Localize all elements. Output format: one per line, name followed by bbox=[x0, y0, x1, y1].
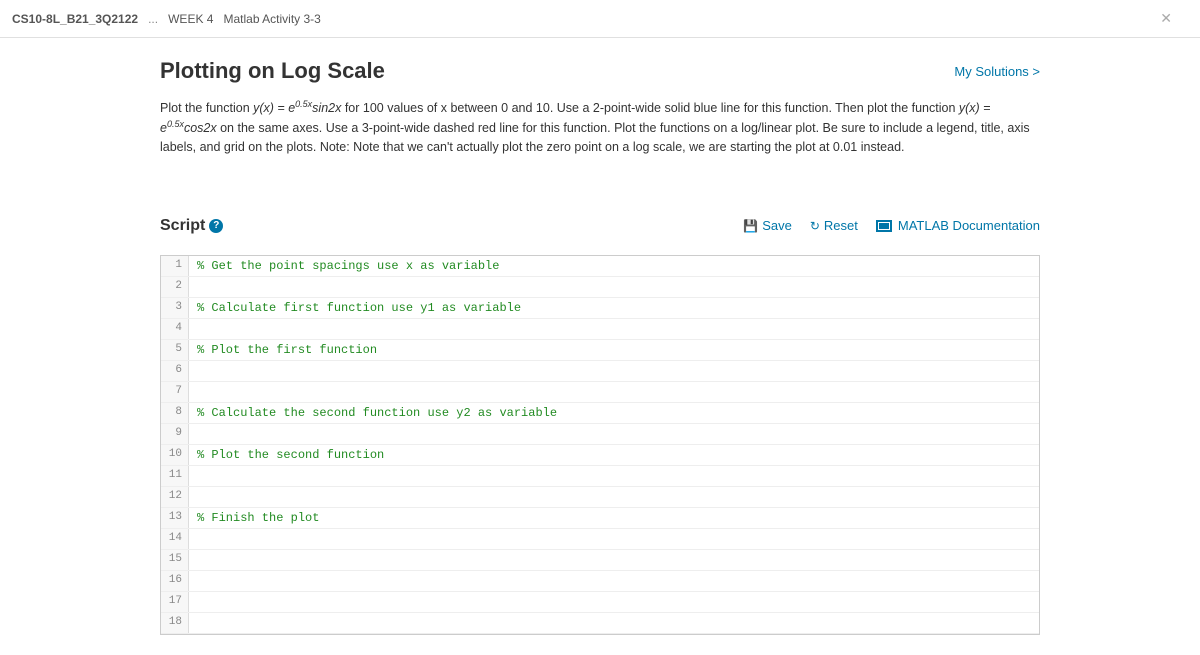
breadcrumb: CS10-8L_B21_3Q2122 ... WEEK 4 Matlab Act… bbox=[0, 0, 1200, 38]
line-number: 2 bbox=[161, 277, 189, 297]
editor-line[interactable]: 6 bbox=[161, 361, 1039, 382]
save-button[interactable]: 💾 Save bbox=[743, 218, 792, 233]
line-number: 14 bbox=[161, 529, 189, 549]
code-content[interactable]: % Calculate first function use y1 as var… bbox=[189, 298, 1039, 318]
line-number: 3 bbox=[161, 298, 189, 318]
page-title: Plotting on Log Scale bbox=[160, 58, 385, 84]
reset-icon: ↻ bbox=[810, 219, 820, 233]
line-number: 11 bbox=[161, 466, 189, 486]
line-number: 17 bbox=[161, 592, 189, 612]
title-row: Plotting on Log Scale My Solutions > bbox=[160, 58, 1040, 84]
f2-exp: 0.5x bbox=[167, 119, 184, 129]
line-number: 1 bbox=[161, 256, 189, 276]
reset-label: Reset bbox=[824, 218, 858, 233]
line-number: 12 bbox=[161, 487, 189, 507]
editor-line[interactable]: 8% Calculate the second function use y2 … bbox=[161, 403, 1039, 424]
close-icon[interactable]: ✕ bbox=[1154, 8, 1178, 29]
f2-rhs: cos2x bbox=[184, 121, 217, 135]
line-number: 18 bbox=[161, 613, 189, 633]
doc-icon bbox=[876, 220, 892, 232]
code-content[interactable]: % Get the point spacings use x as variab… bbox=[189, 256, 1039, 276]
code-content[interactable]: % Plot the second function bbox=[189, 445, 1039, 465]
editor-line[interactable]: 13% Finish the plot bbox=[161, 508, 1039, 529]
editor-line[interactable]: 4 bbox=[161, 319, 1039, 340]
main-content: Plotting on Log Scale My Solutions > Plo… bbox=[0, 38, 1200, 655]
desc-text2: for 100 values of x between 0 and 10. Us… bbox=[341, 101, 959, 115]
line-number: 5 bbox=[161, 340, 189, 360]
my-solutions-link[interactable]: My Solutions > bbox=[954, 64, 1040, 79]
editor-line[interactable]: 17 bbox=[161, 592, 1039, 613]
line-number: 7 bbox=[161, 382, 189, 402]
code-content[interactable] bbox=[189, 613, 1039, 633]
line-number: 8 bbox=[161, 403, 189, 423]
line-number: 16 bbox=[161, 571, 189, 591]
script-actions: 💾 Save ↻ Reset MATLAB Documentation bbox=[743, 218, 1040, 233]
editor-line[interactable]: 16 bbox=[161, 571, 1039, 592]
code-content[interactable] bbox=[189, 319, 1039, 339]
help-icon[interactable]: ? bbox=[209, 219, 223, 233]
editor-line[interactable]: 10% Plot the second function bbox=[161, 445, 1039, 466]
code-content[interactable] bbox=[189, 487, 1039, 507]
save-label: Save bbox=[762, 218, 792, 233]
reset-button[interactable]: ↻ Reset bbox=[810, 218, 858, 233]
editor-line[interactable]: 9 bbox=[161, 424, 1039, 445]
matlab-doc-link[interactable]: MATLAB Documentation bbox=[876, 218, 1040, 233]
code-content[interactable]: % Plot the first function bbox=[189, 340, 1039, 360]
editor-line[interactable]: 2 bbox=[161, 277, 1039, 298]
editor-line[interactable]: 7 bbox=[161, 382, 1039, 403]
save-icon: 💾 bbox=[743, 219, 758, 233]
problem-description: Plot the function y(x) = e0.5xsin2x for … bbox=[160, 98, 1040, 157]
code-content[interactable] bbox=[189, 466, 1039, 486]
desc-func1: y(x) = e0.5xsin2x bbox=[253, 101, 341, 115]
breadcrumb-activity[interactable]: Matlab Activity 3-3 bbox=[223, 12, 320, 26]
f1-exp: 0.5x bbox=[295, 99, 312, 109]
editor-line[interactable]: 14 bbox=[161, 529, 1039, 550]
line-number: 4 bbox=[161, 319, 189, 339]
desc-text3: on the same axes. Use a 3-point-wide das… bbox=[160, 121, 1030, 154]
code-content[interactable]: % Finish the plot bbox=[189, 508, 1039, 528]
editor-line[interactable]: 1% Get the point spacings use x as varia… bbox=[161, 256, 1039, 277]
code-content[interactable] bbox=[189, 571, 1039, 591]
editor-line[interactable]: 15 bbox=[161, 550, 1039, 571]
script-header: Script ? 💾 Save ↻ Reset MATLAB Documenta… bbox=[160, 217, 1040, 235]
breadcrumb-ellipsis[interactable]: ... bbox=[148, 12, 158, 26]
code-content[interactable] bbox=[189, 361, 1039, 381]
line-number: 9 bbox=[161, 424, 189, 444]
line-number: 6 bbox=[161, 361, 189, 381]
code-content[interactable] bbox=[189, 592, 1039, 612]
code-content[interactable] bbox=[189, 277, 1039, 297]
line-number: 15 bbox=[161, 550, 189, 570]
code-content[interactable] bbox=[189, 550, 1039, 570]
f1-rhs: sin2x bbox=[312, 101, 341, 115]
editor-line[interactable]: 5% Plot the first function bbox=[161, 340, 1039, 361]
editor-line[interactable]: 12 bbox=[161, 487, 1039, 508]
breadcrumb-week[interactable]: WEEK 4 bbox=[168, 12, 213, 26]
code-content[interactable] bbox=[189, 424, 1039, 444]
desc-text: Plot the function bbox=[160, 101, 253, 115]
line-number: 10 bbox=[161, 445, 189, 465]
code-content[interactable] bbox=[189, 382, 1039, 402]
breadcrumb-course[interactable]: CS10-8L_B21_3Q2122 bbox=[12, 12, 138, 26]
editor-line[interactable]: 18 bbox=[161, 613, 1039, 634]
code-editor[interactable]: 1% Get the point spacings use x as varia… bbox=[160, 255, 1040, 635]
doc-label: MATLAB Documentation bbox=[898, 218, 1040, 233]
f1-lhs: y(x) = e bbox=[253, 101, 295, 115]
editor-line[interactable]: 3% Calculate first function use y1 as va… bbox=[161, 298, 1039, 319]
editor-line[interactable]: 11 bbox=[161, 466, 1039, 487]
code-content[interactable]: % Calculate the second function use y2 a… bbox=[189, 403, 1039, 423]
code-content[interactable] bbox=[189, 529, 1039, 549]
line-number: 13 bbox=[161, 508, 189, 528]
script-label: Script bbox=[160, 217, 205, 235]
